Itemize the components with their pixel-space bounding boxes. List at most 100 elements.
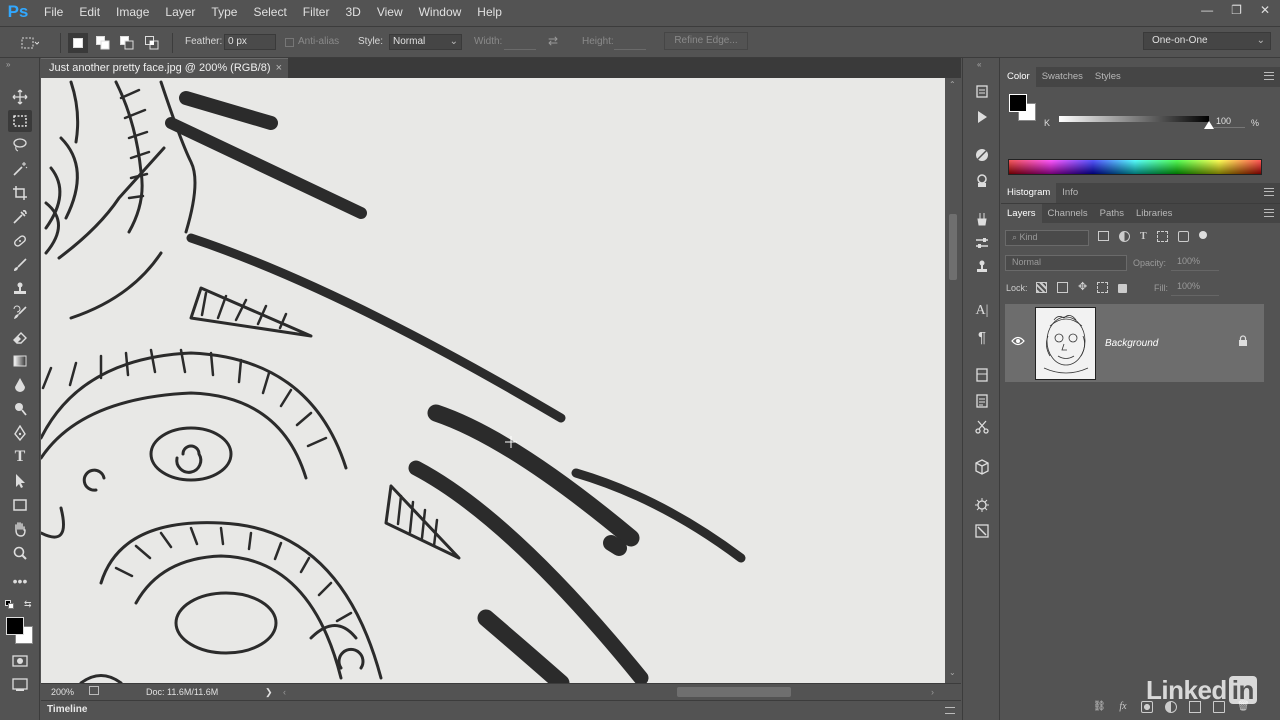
- navigator-panel-button[interactable]: [973, 496, 991, 514]
- rectangle-tool[interactable]: [8, 494, 32, 516]
- hand-tool[interactable]: [8, 518, 32, 540]
- menu-edit[interactable]: Edit: [71, 0, 108, 24]
- marquee-preset-button[interactable]: [20, 33, 40, 53]
- horizontal-scroll-thumb[interactable]: [677, 687, 791, 697]
- notes-panel-button[interactable]: [973, 392, 991, 410]
- menu-file[interactable]: File: [36, 0, 71, 24]
- antialias-checkbox[interactable]: [285, 38, 294, 47]
- opacity-input[interactable]: 100%: [1171, 255, 1219, 271]
- actions-panel-button[interactable]: [973, 108, 991, 126]
- dodge-tool[interactable]: [8, 398, 32, 420]
- brush-tool[interactable]: [8, 254, 32, 276]
- adjustments-panel-button[interactable]: [973, 146, 991, 164]
- k-slider-track[interactable]: [1059, 116, 1209, 122]
- menu-view[interactable]: View: [369, 0, 411, 24]
- brush-panel-button[interactable]: [973, 234, 991, 252]
- layer-name[interactable]: Background: [1105, 338, 1158, 349]
- width-input[interactable]: [504, 34, 536, 50]
- document-tab[interactable]: Just another pretty face.jpg @ 200% (RGB…: [41, 58, 288, 78]
- brush-presets-button[interactable]: [973, 210, 991, 228]
- scroll-right-icon[interactable]: ›: [931, 687, 934, 697]
- collapse-icon[interactable]: »: [6, 60, 10, 69]
- zoom-tool[interactable]: [8, 542, 32, 564]
- minimize-button[interactable]: —: [1201, 3, 1213, 17]
- clone-source-button[interactable]: [973, 258, 991, 276]
- swap-dimensions-icon[interactable]: ⇄: [548, 34, 558, 48]
- history-brush-tool[interactable]: [8, 302, 32, 324]
- fx-icon[interactable]: fx: [1117, 701, 1129, 713]
- quick-mask-button[interactable]: [8, 650, 32, 672]
- menu-layer[interactable]: Layer: [157, 0, 203, 24]
- tab-styles[interactable]: Styles: [1089, 67, 1127, 87]
- lock-all-icon[interactable]: [1118, 284, 1128, 293]
- healing-brush-tool[interactable]: [8, 230, 32, 252]
- link-layers-icon[interactable]: ⛓: [1093, 701, 1106, 713]
- type-tool[interactable]: T: [8, 446, 32, 468]
- fill-input[interactable]: 100%: [1171, 280, 1219, 296]
- status-menu-arrow[interactable]: ❯: [265, 687, 273, 698]
- shape-filter-icon[interactable]: [1156, 231, 1168, 242]
- vertical-scrollbar[interactable]: ⌃ ⌄: [945, 78, 961, 683]
- refine-edge-button[interactable]: Refine Edge...: [664, 32, 748, 50]
- menu-filter[interactable]: Filter: [295, 0, 338, 24]
- rect-marquee-tool[interactable]: [8, 110, 32, 132]
- menu-help[interactable]: Help: [469, 0, 510, 24]
- panel-menu-icon[interactable]: [1264, 72, 1274, 80]
- layer-row[interactable]: Background: [1005, 304, 1264, 382]
- panel-menu-icon[interactable]: [1264, 188, 1274, 196]
- move-tool[interactable]: [8, 86, 32, 108]
- menu-select[interactable]: Select: [245, 0, 294, 24]
- blend-mode-select[interactable]: Normal: [1005, 255, 1127, 271]
- tab-paths[interactable]: Paths: [1094, 204, 1130, 224]
- menu-image[interactable]: Image: [108, 0, 157, 24]
- lock-artboard-icon[interactable]: [1097, 282, 1109, 293]
- scroll-up-icon[interactable]: ⌃: [949, 80, 956, 89]
- styles-panel-button[interactable]: [973, 172, 991, 190]
- clone-stamp-tool[interactable]: [8, 278, 32, 300]
- 3d-panel-button[interactable]: [973, 458, 991, 476]
- properties-panel-button[interactable]: [973, 366, 991, 384]
- history-panel-button[interactable]: [973, 82, 991, 100]
- lock-pixels-icon[interactable]: [1057, 282, 1068, 293]
- foreground-color-swatch[interactable]: [6, 617, 24, 635]
- magic-wand-tool[interactable]: [8, 158, 32, 180]
- height-input[interactable]: [614, 34, 646, 50]
- pixel-filter-icon[interactable]: [1098, 231, 1109, 241]
- restore-button[interactable]: ❐: [1231, 3, 1242, 17]
- paragraph-panel-button[interactable]: ¶: [973, 328, 991, 346]
- smart-object-filter-icon[interactable]: [1177, 231, 1189, 242]
- type-filter-icon[interactable]: T: [1140, 231, 1147, 242]
- gradient-tool[interactable]: [8, 350, 32, 372]
- expand-icon[interactable]: «: [977, 60, 981, 69]
- blur-tool[interactable]: [8, 374, 32, 396]
- eyedropper-tool[interactable]: [8, 206, 32, 228]
- tab-color[interactable]: Color: [1001, 67, 1036, 87]
- color-picker-swatches[interactable]: [6, 617, 34, 645]
- k-value-input[interactable]: 100: [1213, 116, 1245, 128]
- close-tab-icon[interactable]: ×: [276, 59, 282, 77]
- path-selection-tool[interactable]: [8, 470, 32, 492]
- zoom-level[interactable]: 200%: [51, 687, 74, 697]
- scroll-left-icon[interactable]: ‹: [283, 687, 286, 697]
- swap-colors-icon[interactable]: ⇆: [24, 599, 32, 610]
- tool-presets-button[interactable]: [973, 418, 991, 436]
- new-selection-button[interactable]: [68, 33, 88, 53]
- foreground-color-swatch[interactable]: [1009, 94, 1027, 112]
- menu-window[interactable]: Window: [411, 0, 470, 24]
- lock-position-icon[interactable]: ✥: [1078, 282, 1087, 293]
- close-window-button[interactable]: ✕: [1260, 3, 1270, 17]
- intersect-selection-button[interactable]: [142, 33, 162, 53]
- lock-transparent-icon[interactable]: [1036, 282, 1047, 293]
- tab-libraries[interactable]: Libraries: [1130, 204, 1178, 224]
- layer-filter-select[interactable]: ⌕ Kind: [1005, 230, 1089, 246]
- share-icon[interactable]: [89, 686, 99, 695]
- tab-info[interactable]: Info: [1056, 183, 1084, 203]
- scroll-down-icon[interactable]: ⌄: [949, 668, 956, 677]
- more-tools[interactable]: •••: [8, 570, 32, 592]
- screen-mode-button[interactable]: [8, 674, 32, 696]
- color-spectrum[interactable]: [1008, 159, 1262, 175]
- pen-tool[interactable]: [8, 422, 32, 444]
- tab-layers[interactable]: Layers: [1001, 203, 1042, 224]
- feather-input[interactable]: 0 px: [224, 34, 276, 50]
- crop-tool[interactable]: [8, 182, 32, 204]
